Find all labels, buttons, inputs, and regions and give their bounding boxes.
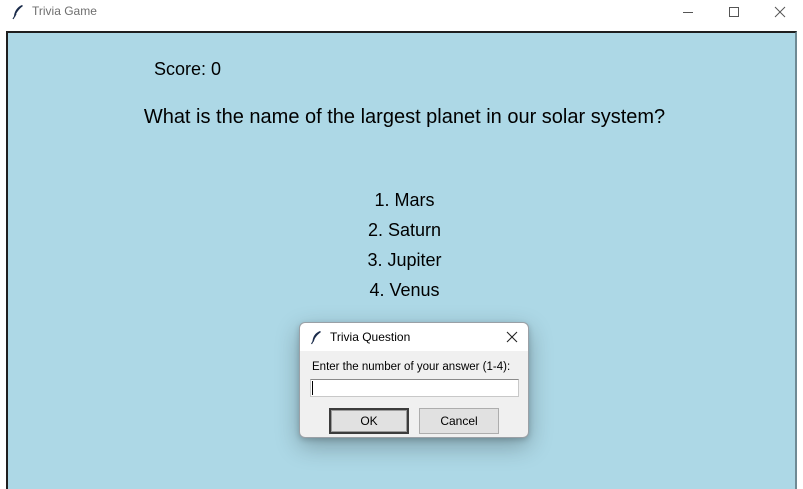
maximize-icon: [728, 6, 740, 18]
option-2: 2. Saturn: [367, 220, 442, 240]
feather-icon: [310, 330, 322, 345]
close-button[interactable]: [757, 0, 803, 24]
ok-button[interactable]: OK: [329, 408, 409, 434]
dialog-prompt: Enter the number of your answer (1-4):: [312, 361, 511, 373]
answer-input[interactable]: [310, 379, 519, 397]
feather-icon: [11, 4, 25, 20]
cancel-button[interactable]: Cancel: [419, 408, 499, 434]
text-caret: [312, 381, 313, 395]
option-4: 4. Venus: [369, 280, 440, 300]
option-3: 3. Jupiter: [367, 250, 442, 270]
trivia-question-dialog: Trivia Question Enter the number of your…: [299, 322, 529, 438]
question-text: What is the name of the largest planet i…: [143, 106, 666, 128]
score-label: Score: 0: [154, 59, 222, 79]
dialog-title-bar[interactable]: Trivia Question: [300, 323, 528, 351]
answer-options: 1. Mars 2. Saturn 3. Jupiter 4. Venus: [0, 188, 803, 308]
main-window: Trivia Game Score: 0 What is the name of…: [0, 0, 803, 489]
dialog-title: Trivia Question: [330, 330, 411, 344]
minimize-icon: [682, 6, 694, 18]
minimize-button[interactable]: [665, 0, 711, 24]
close-icon: [506, 328, 518, 347]
close-icon: [774, 6, 786, 18]
window-title: Trivia Game: [32, 4, 97, 18]
option-1: 1. Mars: [374, 190, 435, 210]
maximize-button[interactable]: [711, 0, 757, 24]
title-bar[interactable]: Trivia Game: [0, 0, 803, 24]
dialog-close-button[interactable]: [504, 329, 520, 345]
